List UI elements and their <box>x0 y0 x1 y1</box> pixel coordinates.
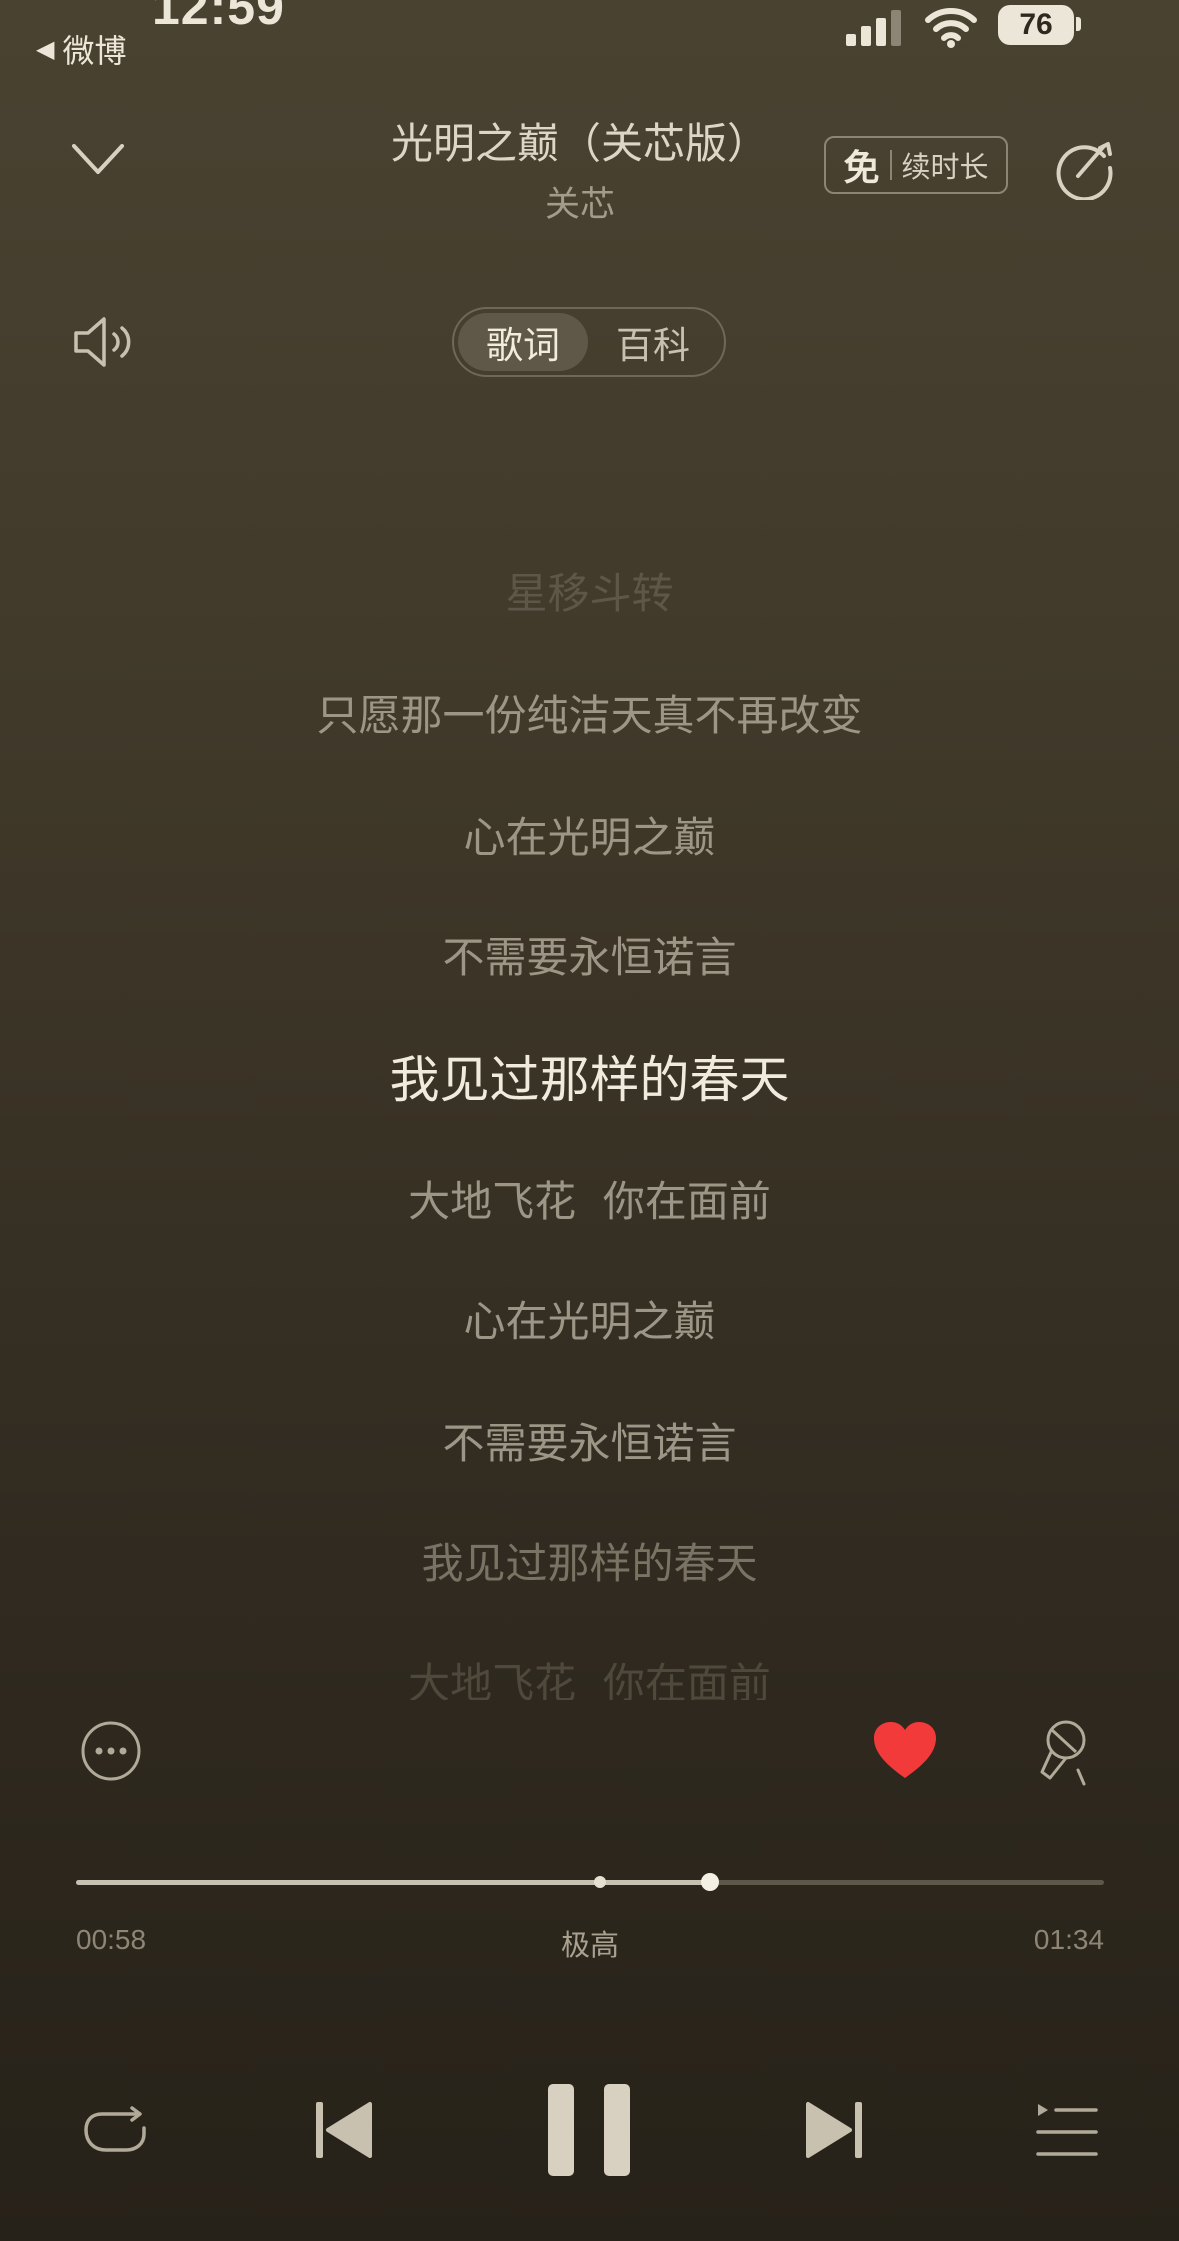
free-extend-button[interactable]: 免 续时长 <box>824 136 1008 194</box>
lyric-line-current[interactable]: 我见过那样的春天 <box>0 1040 1179 1112</box>
quality-button[interactable]: 极高 <box>540 1922 640 1964</box>
chevron-down-icon[interactable] <box>70 140 126 180</box>
current-time: 00:58 <box>76 1924 147 1955</box>
previous-icon[interactable] <box>314 2100 374 2160</box>
pause-icon[interactable] <box>548 2084 630 2176</box>
progress-thumb[interactable] <box>701 1873 720 1891</box>
speaker-icon[interactable] <box>72 314 136 370</box>
status-time: 12:59 <box>152 0 285 35</box>
lyric-line[interactable]: 星移斗转 <box>0 560 1179 621</box>
lyric-line[interactable]: 大地飞花 你在面前 <box>0 1650 1179 1700</box>
song-artist[interactable]: 关芯 <box>340 176 820 227</box>
signal-icon <box>846 10 901 46</box>
lyric-line[interactable]: 我见过那样的春天 <box>0 1530 1179 1591</box>
lyrics-wiki-tabs: 歌词 百科 <box>452 307 726 377</box>
lyric-line[interactable]: 心在光明之巅 <box>0 1288 1179 1349</box>
next-icon[interactable] <box>804 2100 864 2160</box>
lyrics-panel[interactable]: 星移斗转 只愿那一份纯洁天真不再改变 心在光明之巅 不需要永恒诺言 我见过那样的… <box>0 410 1179 1700</box>
heart-icon[interactable] <box>872 1720 938 1782</box>
back-to-app-button[interactable]: ◀ 微博 <box>36 26 126 72</box>
vip-divider <box>889 150 892 180</box>
buffer-marker <box>594 1876 607 1888</box>
tab-lyrics[interactable]: 歌词 <box>458 313 588 371</box>
playlist-icon[interactable] <box>1036 2100 1098 2162</box>
total-time: 01:34 <box>1033 1924 1104 1955</box>
share-icon[interactable] <box>1054 136 1118 200</box>
song-title: 光明之巅（关芯版） <box>390 119 769 168</box>
microphone-icon[interactable] <box>1036 1718 1092 1788</box>
progress-fill <box>76 1880 711 1885</box>
battery-indicator: 76 <box>998 5 1074 45</box>
lyric-line[interactable]: 大地飞花 你在面前 <box>0 1168 1179 1229</box>
back-app-label: 微博 <box>62 32 127 70</box>
tab-wiki[interactable]: 百科 <box>588 313 718 371</box>
more-icon[interactable] <box>80 1720 142 1782</box>
lyric-line[interactable]: 只愿那一份纯洁天真不再改变 <box>0 682 1179 743</box>
wifi-icon <box>925 8 977 48</box>
lyric-line[interactable]: 不需要永恒诺言 <box>0 1410 1179 1471</box>
lyric-line[interactable]: 心在光明之巅 <box>0 804 1179 865</box>
battery-nub <box>1076 17 1081 31</box>
vip-main-label: 免 <box>843 148 880 189</box>
repeat-icon[interactable] <box>82 2098 148 2160</box>
back-triangle-icon: ◀ <box>36 35 55 63</box>
progress-bar[interactable] <box>76 1873 1104 1891</box>
lyric-line[interactable]: 不需要永恒诺言 <box>0 924 1179 985</box>
vip-sub-label: 续时长 <box>901 150 989 184</box>
